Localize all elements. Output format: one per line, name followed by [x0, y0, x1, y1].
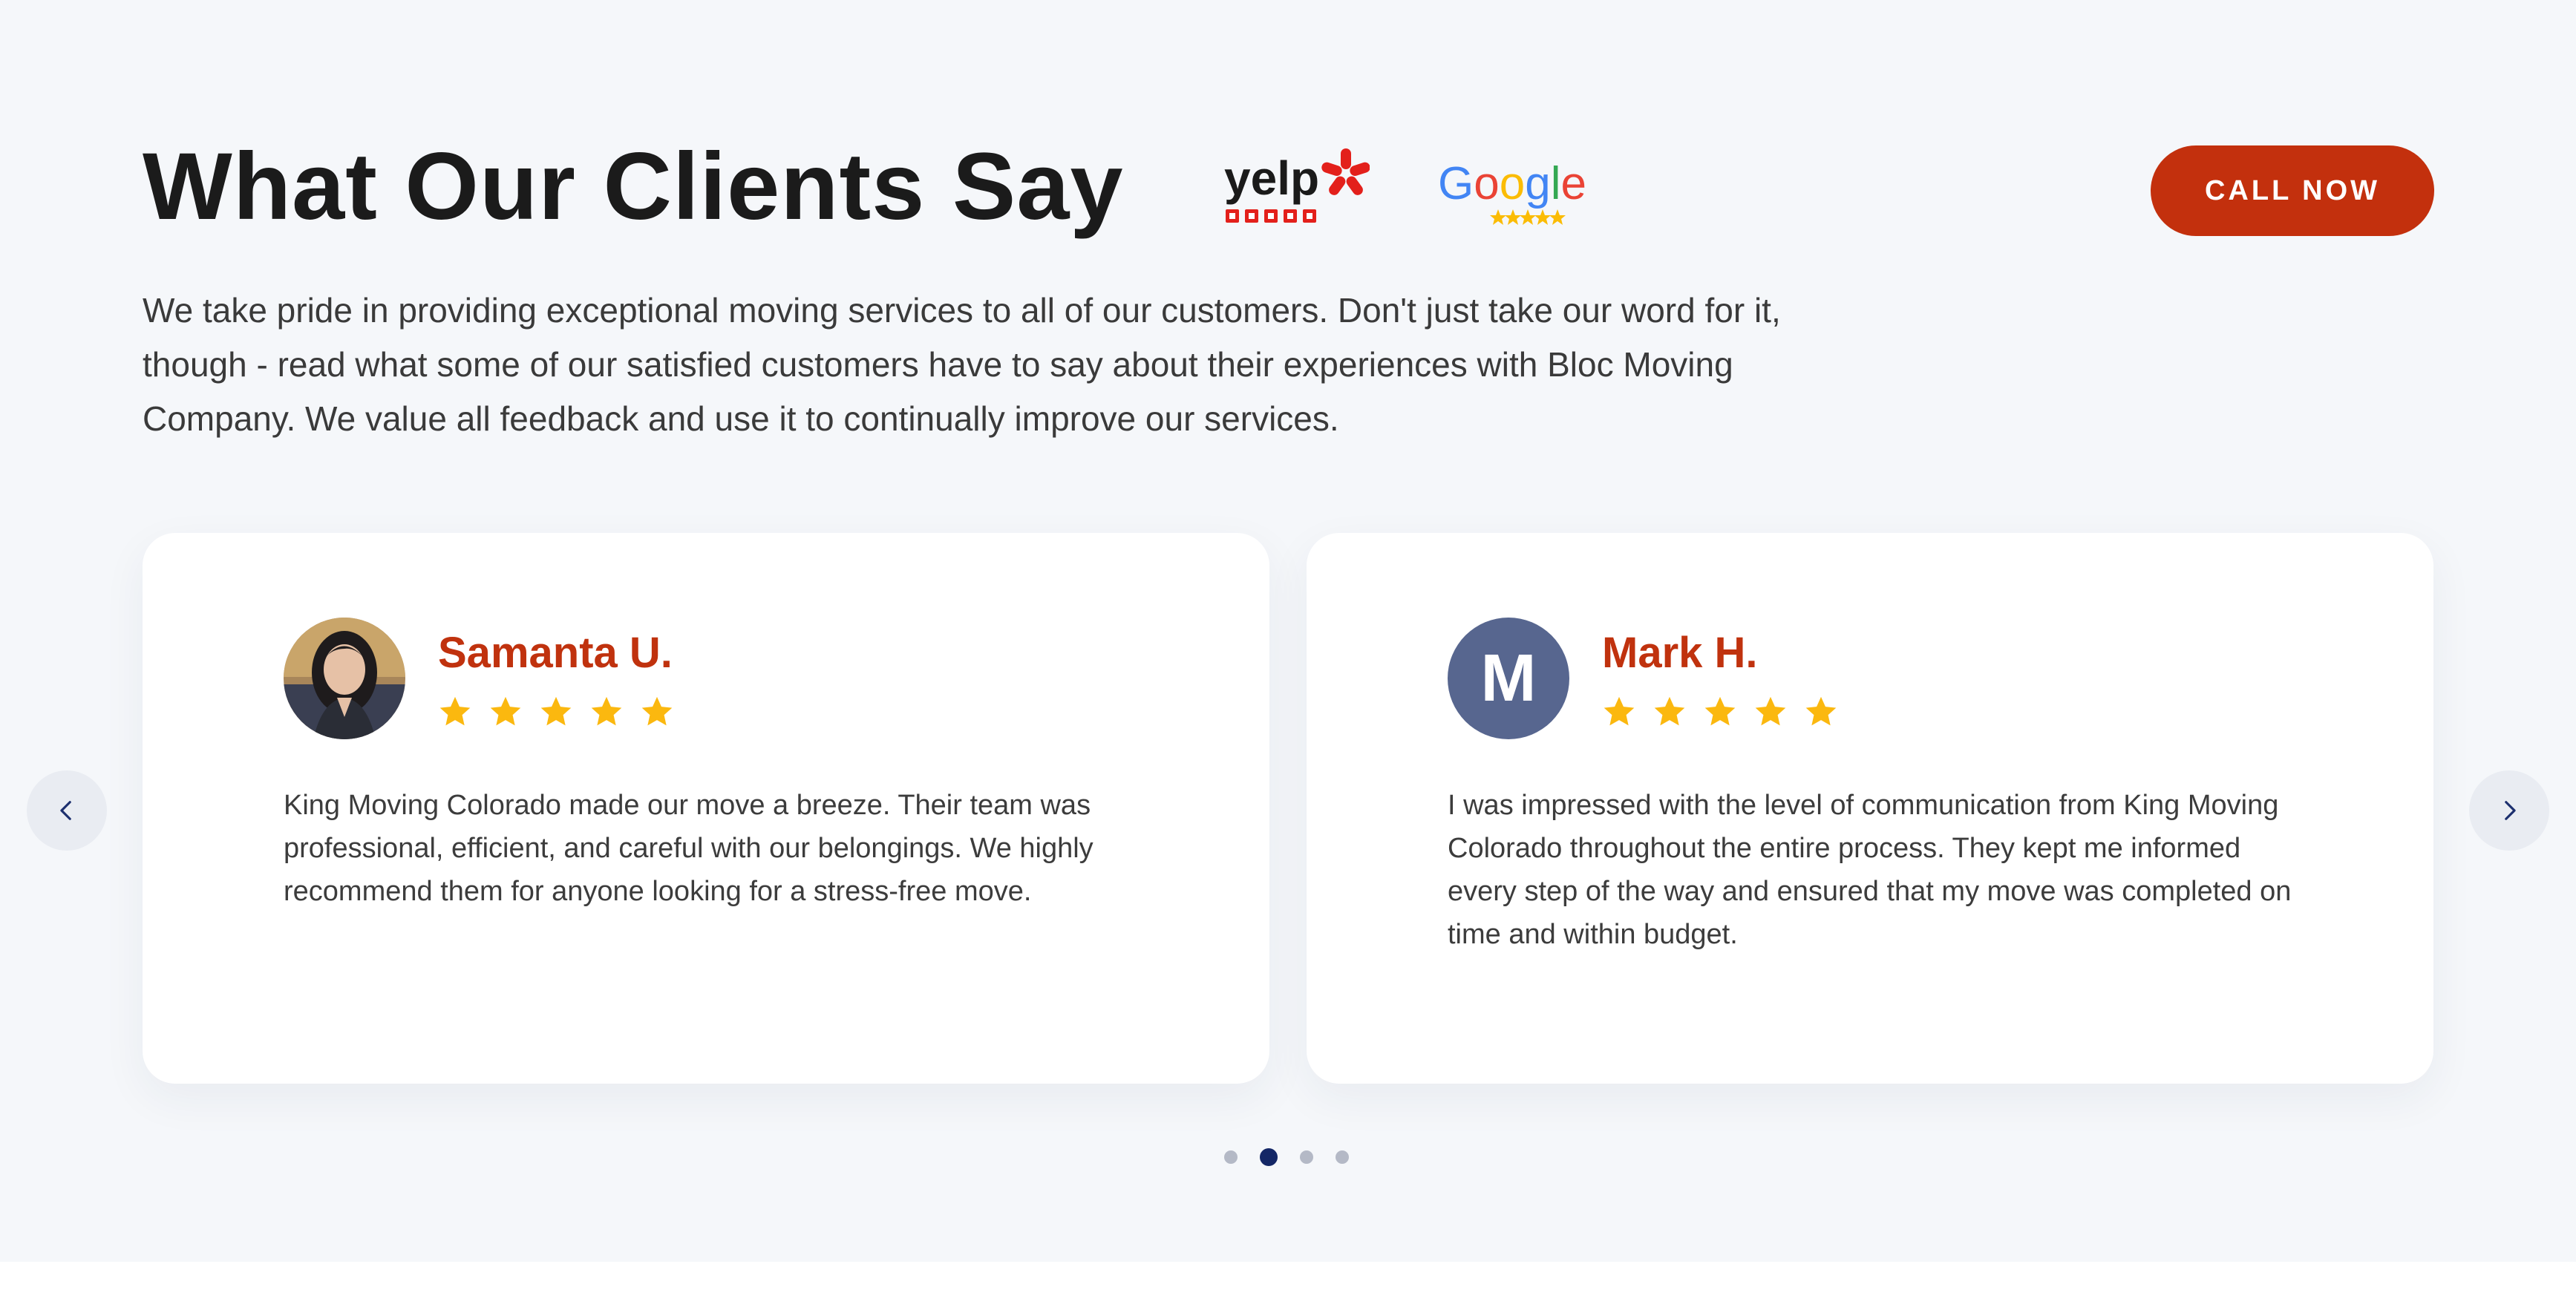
svg-text:yelp: yelp: [1224, 151, 1319, 205]
carousel-next-button[interactable]: [2469, 770, 2549, 851]
section-title: What Our Clients Say: [143, 134, 1124, 240]
review-text: I was impressed with the level of commun…: [1448, 790, 2292, 950]
carousel-dot[interactable]: [1336, 1150, 1349, 1164]
carousel-dot-active[interactable]: [1260, 1148, 1278, 1166]
reviewer-name: Samanta U.: [438, 629, 673, 677]
review-card: Samanta U. King Moving Colorado made our…: [143, 533, 1269, 1084]
intro-text: We take pride in providing exceptional m…: [143, 291, 1781, 438]
chevron-left-icon: [60, 801, 71, 820]
review-text: King Moving Colorado made our move a bre…: [284, 790, 1094, 907]
star-icon: [1654, 696, 1685, 726]
call-now-button[interactable]: CALL NOW: [2151, 145, 2434, 236]
star-icon: [490, 696, 521, 726]
star-icon: [1805, 696, 1837, 726]
reviewer-name: Mark H.: [1602, 629, 1758, 677]
google-logo[interactable]: Google: [1436, 156, 1586, 230]
yelp-logo[interactable]: yelp: [1221, 148, 1370, 230]
star-icon: [591, 696, 622, 726]
carousel-pagination: [1224, 1148, 1349, 1166]
testimonials-section: What Our Clients Say yelp Google CALL NO…: [0, 0, 2576, 1262]
chevron-right-icon: [2505, 801, 2516, 820]
avatar: M: [1448, 618, 1569, 739]
star-rating: [1602, 695, 1838, 729]
svg-text:Google: Google: [1438, 158, 1585, 209]
review-card: M Mark H. I was impressed with the level…: [1307, 533, 2433, 1084]
carousel-dot[interactable]: [1224, 1150, 1238, 1164]
star-icon: [540, 696, 572, 726]
star-icon: [439, 696, 471, 726]
carousel-prev-button[interactable]: [27, 770, 107, 851]
star-icon: [1704, 696, 1736, 726]
star-icon: [1755, 696, 1786, 726]
star-icon: [641, 696, 673, 726]
star-icon: [1604, 696, 1635, 726]
star-rating: [438, 695, 674, 729]
avatar: [284, 618, 405, 739]
carousel-dot[interactable]: [1300, 1150, 1313, 1164]
